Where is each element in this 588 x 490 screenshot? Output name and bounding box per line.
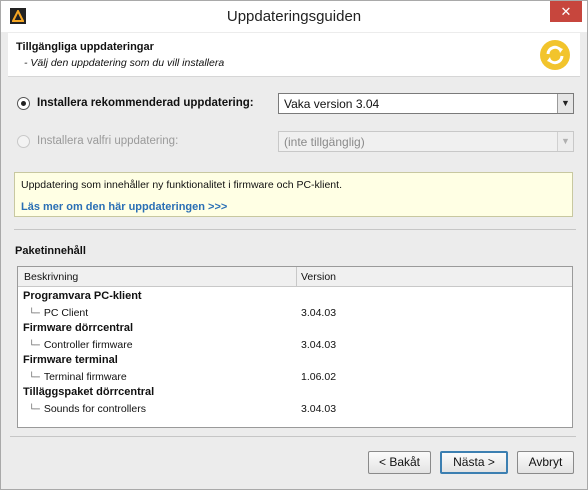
footer-divider	[10, 436, 576, 437]
row-description: └─ Sounds for controllers	[29, 403, 146, 415]
table-header: Beskrivning Version	[18, 267, 572, 287]
recommended-version-select[interactable]: Vaka version 3.04 ▼	[278, 93, 574, 114]
column-divider[interactable]	[296, 267, 297, 286]
row-description-text: Sounds for controllers	[43, 403, 146, 415]
row-description: └─ Controller firmware	[29, 339, 133, 351]
recommended-label: Installera rekommenderad uppdatering:	[37, 97, 254, 109]
table-row[interactable]: └─ Controller firmware 3.04.03	[18, 337, 572, 353]
row-description-text: Firmware dörrcentral	[23, 322, 134, 334]
tree-branch-icon: └─	[29, 341, 40, 351]
row-version: 3.04.03	[301, 403, 337, 415]
optional-version-value: (inte tillgänglig)	[284, 135, 365, 149]
table-group-row[interactable]: Tilläggspaket dörrcentral	[18, 385, 572, 401]
row-version: 1.06.02	[301, 371, 337, 383]
table-group-row[interactable]: Firmware dörrcentral	[18, 321, 572, 337]
table-row[interactable]: └─ Sounds for controllers 3.04.03	[18, 401, 572, 417]
recommended-radio[interactable]	[17, 96, 30, 110]
close-button[interactable]: ✕	[550, 1, 582, 22]
optional-label: Installera valfri uppdatering:	[37, 135, 179, 147]
row-description-text: Terminal firmware	[43, 371, 127, 383]
update-wizard-window: Uppdateringsguiden ✕ Tillgängliga uppdat…	[0, 0, 588, 490]
row-description-text: Firmware terminal	[23, 354, 118, 366]
table-group-row[interactable]: Programvara PC-klient	[18, 289, 572, 305]
divider	[14, 229, 576, 230]
package-contents-table: Beskrivning Version Programvara PC-klien…	[17, 266, 573, 428]
window-title: Uppdateringsguiden	[226, 8, 362, 25]
column-header-description[interactable]: Beskrivning	[24, 271, 78, 283]
header-title: Tillgängliga uppdateringar	[16, 41, 154, 53]
row-version: 3.04.03	[301, 339, 337, 351]
update-description: Uppdatering som innehåller ny funktional…	[21, 179, 342, 191]
next-button[interactable]: Nästa >	[440, 451, 508, 474]
row-version: 3.04.03	[301, 307, 337, 319]
update-info-box: Uppdatering som innehåller ny funktional…	[14, 172, 573, 217]
optional-radio[interactable]	[17, 134, 30, 148]
read-more-link[interactable]: Läs mer om den här uppdateringen >>>	[21, 201, 227, 213]
wizard-header: Tillgängliga uppdateringar - Välj den up…	[8, 33, 580, 77]
package-contents-label: Paketinnehåll	[15, 245, 86, 257]
optional-version-select[interactable]: (inte tillgänglig) ▼	[278, 131, 574, 152]
chevron-down-icon: ▼	[557, 132, 573, 151]
tree-branch-icon: └─	[29, 373, 40, 383]
refresh-icon	[540, 40, 570, 70]
column-header-version[interactable]: Version	[301, 271, 336, 283]
row-description-text: Programvara PC-klient	[23, 290, 142, 302]
back-button[interactable]: < Bakåt	[368, 451, 431, 474]
table-row[interactable]: └─ Terminal firmware 1.06.02	[18, 369, 572, 385]
table-row[interactable]: └─ PC Client 3.04.03	[18, 305, 572, 321]
row-description: Tilläggspaket dörrcentral	[23, 386, 154, 398]
title-bar[interactable]: Uppdateringsguiden ✕	[1, 1, 587, 32]
row-description: Firmware dörrcentral	[23, 322, 133, 334]
cancel-button[interactable]: Avbryt	[517, 451, 574, 474]
row-description: └─ PC Client	[29, 307, 88, 319]
row-description: └─ Terminal firmware	[29, 371, 127, 383]
header-subtitle: - Välj den uppdatering som du vill insta…	[24, 57, 225, 69]
row-description-text: Tilläggspaket dörrcentral	[23, 386, 155, 398]
recommended-version-value: Vaka version 3.04	[284, 97, 380, 111]
row-description-text: Controller firmware	[43, 339, 133, 351]
recommended-option[interactable]: Installera rekommenderad uppdatering:	[17, 93, 254, 113]
row-description: Firmware terminal	[23, 354, 118, 366]
optional-option[interactable]: Installera valfri uppdatering:	[17, 131, 178, 151]
row-description-text: PC Client	[43, 307, 89, 319]
tree-branch-icon: └─	[29, 309, 40, 319]
row-description: Programvara PC-klient	[23, 290, 142, 302]
tree-branch-icon: └─	[29, 405, 40, 415]
chevron-down-icon: ▼	[557, 94, 573, 113]
table-group-row[interactable]: Firmware terminal	[18, 353, 572, 369]
